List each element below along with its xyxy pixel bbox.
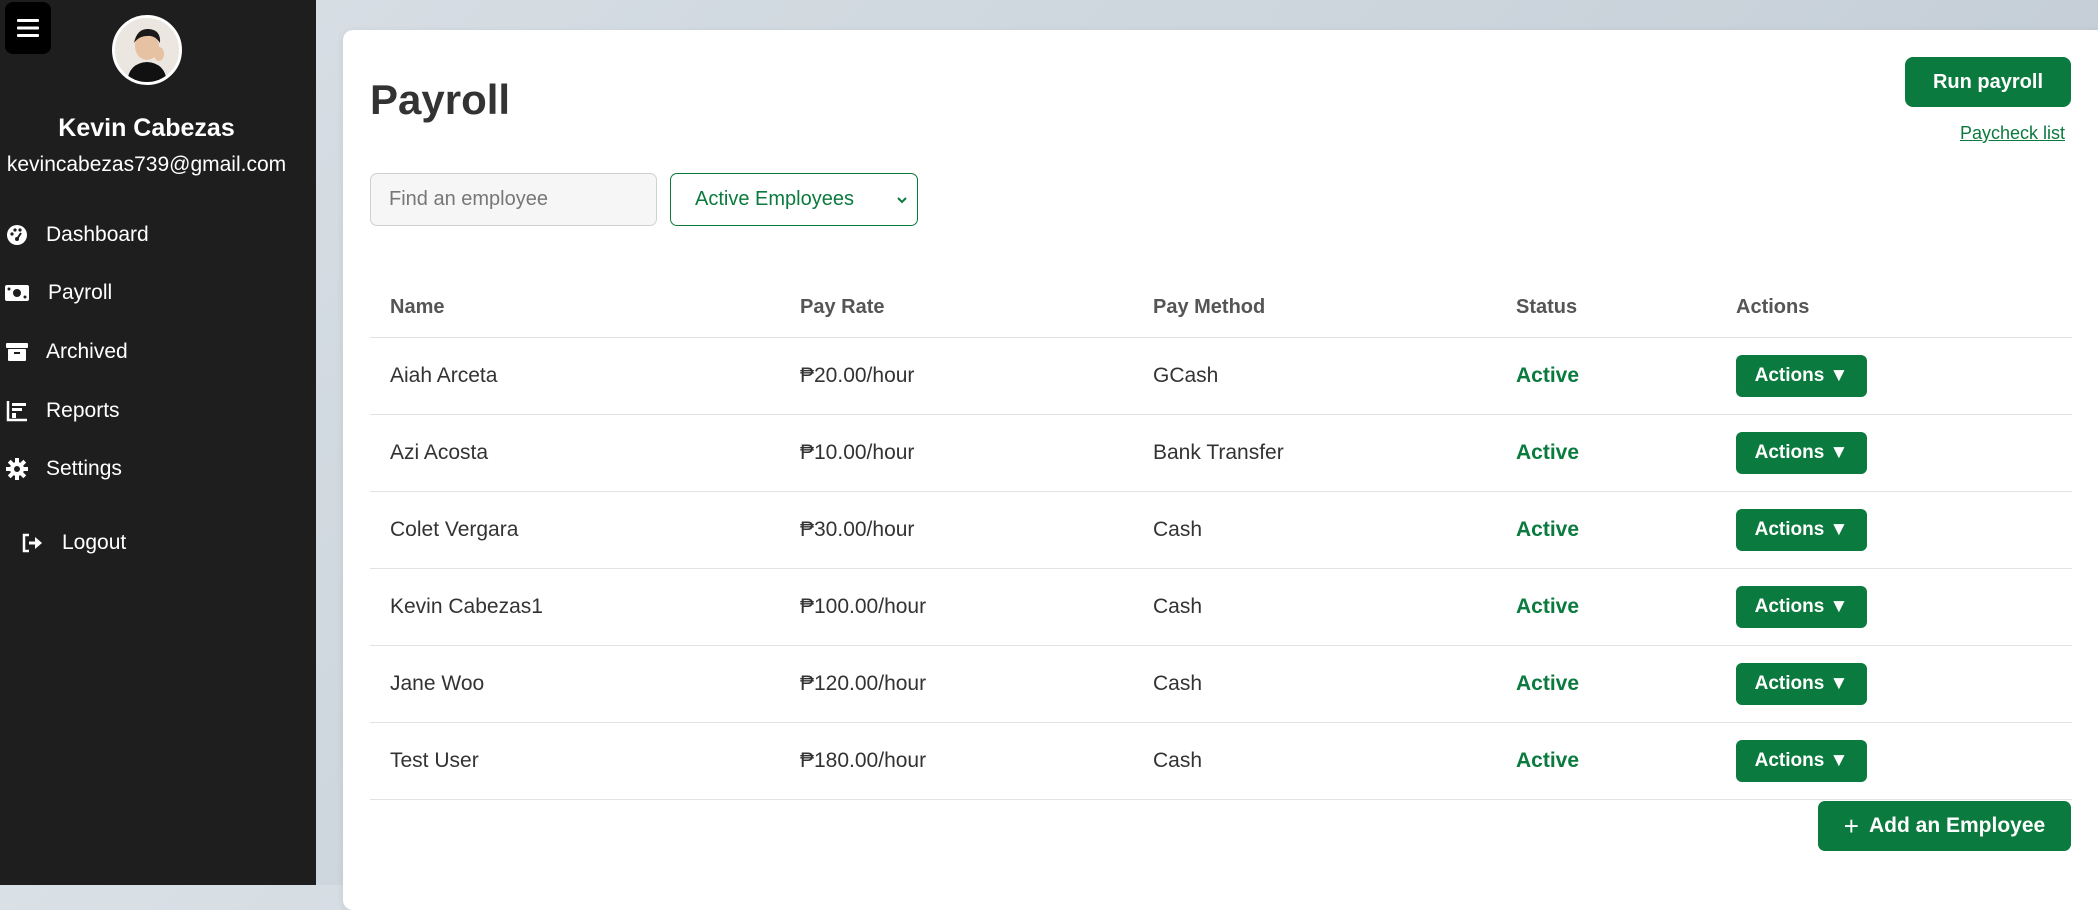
run-payroll-button[interactable]: Run payroll (1905, 57, 2071, 107)
actions-dropdown-button[interactable]: Actions ▼ (1736, 432, 1867, 474)
actions-dropdown-button[interactable]: Actions ▼ (1736, 663, 1867, 705)
hamburger-menu-button[interactable] (5, 2, 51, 54)
table-row: Aiah Arceta ₱20.00/hour GCash Active Act… (370, 338, 2072, 415)
employee-name: Kevin Cabezas1 (390, 595, 543, 618)
sidebar-item-label: Logout (62, 531, 127, 554)
status-badge: Active (1516, 518, 1580, 541)
logout-icon (20, 530, 46, 556)
pay-rate: ₱100.00/hour (800, 595, 927, 618)
table-row: Test User ₱180.00/hour Cash Active Actio… (370, 723, 2072, 800)
actions-dropdown-button[interactable]: Actions ▼ (1736, 355, 1867, 397)
pay-method: Cash (1153, 518, 1203, 541)
gear-icon (4, 456, 30, 482)
search-input[interactable] (370, 173, 657, 226)
sidebar-item-label: Settings (46, 457, 122, 480)
actions-cell: Actions ▼ (1736, 492, 2072, 568)
status-badge: Active (1516, 595, 1580, 618)
user-email: kevincabezas739@gmail.com (6, 153, 287, 176)
employee-name: Jane Woo (390, 672, 485, 695)
sidebar-item-label: Payroll (48, 281, 113, 304)
add-employee-label: Add an Employee (1868, 814, 2046, 837)
table-header: Name Pay Rate Pay Method Status Actions (370, 278, 2072, 338)
employee-name: Colet Vergara (390, 518, 519, 541)
table-row: Kevin Cabezas1 ₱100.00/hour Cash Active … (370, 569, 2072, 646)
employee-name: Aiah Arceta (390, 364, 498, 387)
actions-dropdown-button[interactable]: Actions ▼ (1736, 509, 1867, 551)
actions-cell: Actions ▼ (1736, 415, 2072, 491)
filter-selected-value: Active Employees (695, 188, 854, 210)
sidebar-item-settings[interactable]: Settings (0, 447, 316, 491)
hamburger-icon (17, 19, 39, 37)
actions-dropdown-button[interactable]: Actions ▼ (1736, 586, 1867, 628)
dashboard-icon (4, 222, 30, 248)
sidebar: Kevin Cabezas kevincabezas739@gmail.com … (0, 0, 316, 885)
header-actions: Actions (1736, 296, 1810, 318)
pay-rate: ₱20.00/hour (800, 364, 915, 387)
pay-method: GCash (1153, 364, 1219, 387)
employee-name: Test User (390, 749, 479, 772)
actions-cell: Actions ▼ (1736, 723, 2072, 799)
table-row: Jane Woo ₱120.00/hour Cash Active Action… (370, 646, 2072, 723)
sidebar-item-label: Dashboard (46, 223, 149, 246)
header-pay-method: Pay Method (1153, 296, 1266, 318)
actions-dropdown-button[interactable]: Actions ▼ (1736, 740, 1867, 782)
payroll-card: Payroll Run payroll Paycheck list Active… (343, 30, 2098, 910)
status-badge: Active (1516, 441, 1580, 464)
status-badge: Active (1516, 364, 1580, 387)
chart-icon (4, 398, 30, 424)
employee-filter-select[interactable]: Active Employees (670, 173, 918, 226)
chevron-down-icon (895, 191, 909, 215)
pay-method: Bank Transfer (1153, 441, 1284, 464)
pay-method: Cash (1153, 672, 1203, 695)
table-row: Azi Acosta ₱10.00/hour Bank Transfer Act… (370, 415, 2072, 492)
sidebar-item-label: Reports (46, 399, 120, 422)
add-employee-button[interactable]: + Add an Employee (1818, 801, 2071, 851)
actions-cell: Actions ▼ (1736, 569, 2072, 645)
actions-cell: Actions ▼ (1736, 646, 2072, 722)
sidebar-item-label: Archived (46, 340, 128, 363)
archive-icon (4, 339, 30, 365)
table-row: Colet Vergara ₱30.00/hour Cash Active Ac… (370, 492, 2072, 569)
status-badge: Active (1516, 672, 1580, 695)
header-pay-rate: Pay Rate (800, 296, 885, 318)
employee-name: Azi Acosta (390, 441, 489, 464)
sidebar-item-payroll[interactable]: Payroll (0, 271, 316, 315)
sidebar-item-reports[interactable]: Reports (0, 389, 316, 433)
pay-method: Cash (1153, 749, 1203, 772)
money-icon (4, 280, 30, 306)
avatar (112, 15, 182, 85)
pay-rate: ₱120.00/hour (800, 672, 927, 695)
status-badge: Active (1516, 749, 1580, 772)
header-name: Name (390, 296, 445, 318)
pay-rate: ₱180.00/hour (800, 749, 927, 772)
page-title: Payroll (370, 76, 511, 123)
sidebar-item-logout[interactable]: Logout (0, 521, 316, 565)
paycheck-list-link[interactable]: Paycheck list (1960, 123, 2065, 144)
sidebar-item-archived[interactable]: Archived (0, 330, 316, 374)
employee-table: Name Pay Rate Pay Method Status Actions … (370, 278, 2072, 800)
user-name: Kevin Cabezas (58, 114, 235, 142)
header-status: Status (1516, 296, 1578, 318)
sidebar-item-dashboard[interactable]: Dashboard (0, 213, 316, 257)
plus-icon: + (1843, 810, 1859, 841)
actions-cell: Actions ▼ (1736, 338, 2072, 414)
pay-method: Cash (1153, 595, 1203, 618)
pay-rate: ₱10.00/hour (800, 441, 915, 464)
pay-rate: ₱30.00/hour (800, 518, 915, 541)
